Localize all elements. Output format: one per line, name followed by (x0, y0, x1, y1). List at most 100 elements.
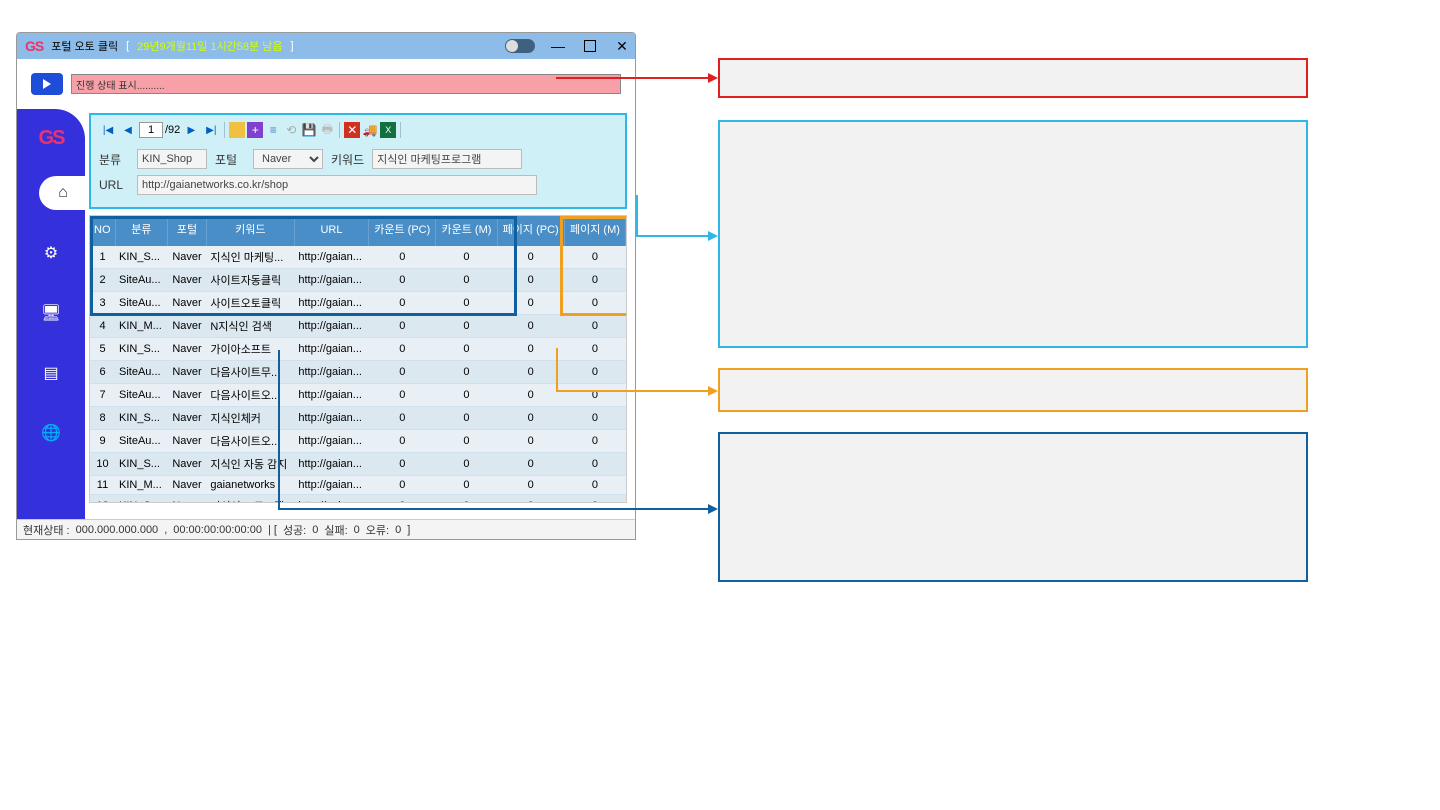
topbar: 진행 상태 표시.......... (17, 59, 635, 109)
titlebar: GS 포털 오토 클릭 [ 29년9개월11일 1시간58분 남음 ] — ✕ (17, 33, 635, 59)
nav-first-button[interactable]: |◀ (99, 121, 117, 139)
app-title: 포털 오토 클릭 (51, 38, 118, 54)
table-cell: 0 (369, 315, 436, 338)
table-cell: Naver (168, 495, 207, 504)
table-row[interactable]: 2SiteAu...Naver사이트자동클릭http://gaian...000… (90, 269, 626, 292)
minimize-button[interactable]: — (545, 33, 571, 59)
excel-icon[interactable]: X (380, 122, 396, 138)
record-nav: |◀ ◀ /92 ▶ ▶| + ≡ ⟲ 💾 🖶 ✕ 🚚 X (99, 121, 617, 139)
status-success-label: 성공: (283, 522, 306, 538)
table-cell: http://gaian... (294, 384, 368, 407)
table-row[interactable]: 6SiteAu...Naver다음사이트무...http://gaian...0… (90, 361, 626, 384)
table-cell: 0 (564, 315, 625, 338)
table-row[interactable]: 1KIN_S...Naver지식인 마케팅...http://gaian...0… (90, 246, 626, 269)
maximize-button[interactable] (577, 33, 603, 59)
table-cell: http://gaian... (294, 315, 368, 338)
bracket-open: [ (126, 40, 129, 52)
table-row[interactable]: 11KIN_M...Navergaianetworkshttp://gaian.… (90, 476, 626, 495)
table-cell: 0 (564, 476, 625, 495)
print-icon[interactable]: 🖶 (319, 122, 335, 138)
url-input[interactable] (137, 175, 537, 195)
delete-button[interactable]: ✕ (344, 122, 360, 138)
nav-next-button[interactable]: ▶ (182, 121, 200, 139)
sidebar-item-home[interactable]: ⌂ (39, 176, 87, 210)
category-input[interactable] (137, 149, 207, 169)
th-count-m[interactable]: 카운트 (M) (436, 216, 497, 246)
callout-red (718, 58, 1308, 98)
table-cell: 0 (564, 407, 625, 430)
keyword-input[interactable] (372, 149, 522, 169)
add-button[interactable]: + (247, 122, 263, 138)
table-row[interactable]: 7SiteAu...Naver다음사이트오...http://gaian...0… (90, 384, 626, 407)
truck-icon[interactable]: 🚚 (362, 122, 378, 138)
table-cell: 0 (436, 246, 497, 269)
portal-select[interactable]: Naver (253, 149, 323, 169)
table-cell: 0 (369, 384, 436, 407)
data-table: NO 분류 포털 키워드 URL 카운트 (PC) 카운트 (M) 페이지 (P… (90, 216, 626, 503)
table-cell: KIN_S... (115, 246, 168, 269)
th-page-m[interactable]: 페이지 (M) (564, 216, 625, 246)
table-cell: 가이아소프트 (206, 338, 294, 361)
nav-page-input[interactable] (139, 122, 163, 138)
table-row[interactable]: 5KIN_S...Naver가이아소프트http://gaian...0000 (90, 338, 626, 361)
table-row[interactable]: 8KIN_S...Naver지식인체커http://gaian...0000 (90, 407, 626, 430)
table-row[interactable]: 9SiteAu...Naver다음사이트오...http://gaian...0… (90, 430, 626, 453)
th-category[interactable]: 분류 (115, 216, 168, 246)
table-cell: 6 (90, 361, 115, 384)
gear-icon: ⚙ (44, 243, 58, 263)
table-row[interactable]: 10KIN_S...Naver지식인 자동 감지http://gaian...0… (90, 453, 626, 476)
table-cell: 다음사이트오... (206, 384, 294, 407)
sidebar-item-globe[interactable]: 🌐 (29, 416, 73, 450)
app-window: GS 포털 오토 클릭 [ 29년9개월11일 1시간58분 남음 ] — ✕ … (16, 32, 636, 540)
table-cell: 지식인 자동 감지 (206, 453, 294, 476)
data-table-wrap[interactable]: NO 분류 포털 키워드 URL 카운트 (PC) 카운트 (M) 페이지 (P… (89, 215, 627, 503)
table-cell: 0 (564, 361, 625, 384)
sidebar-item-book[interactable]: ▤ (29, 356, 73, 390)
sidebar-item-settings[interactable]: ⚙ (29, 236, 73, 270)
th-no[interactable]: NO (90, 216, 115, 246)
table-row[interactable]: 4KIN_M...NaverN지식인 검색http://gaian...0000 (90, 315, 626, 338)
list-icon[interactable]: ≡ (265, 122, 281, 138)
theme-toggle[interactable] (505, 39, 535, 53)
table-cell: 0 (436, 384, 497, 407)
label-keyword: 키워드 (331, 151, 364, 168)
th-count-pc[interactable]: 카운트 (PC) (369, 216, 436, 246)
table-cell: SiteAu... (115, 361, 168, 384)
refresh-icon[interactable]: ⟲ (283, 122, 299, 138)
table-cell: http://gaian... (294, 495, 368, 504)
status-fail-value: 0 (354, 524, 360, 536)
close-button[interactable]: ✕ (609, 33, 635, 59)
table-cell: 0 (436, 338, 497, 361)
th-portal[interactable]: 포털 (168, 216, 207, 246)
play-button[interactable] (31, 73, 63, 95)
table-cell: 0 (436, 495, 497, 504)
th-url[interactable]: URL (294, 216, 368, 246)
table-cell: Naver (168, 430, 207, 453)
label-url: URL (99, 178, 129, 192)
table-cell: 0 (564, 495, 625, 504)
table-row[interactable]: 3SiteAu...Naver사이트오토클릭http://gaian...000… (90, 292, 626, 315)
table-cell: 0 (369, 246, 436, 269)
monitor-icon: 🖥 (41, 303, 61, 323)
table-cell: 0 (497, 269, 564, 292)
status-display: 진행 상태 표시.......... (71, 74, 621, 94)
folder-icon[interactable] (229, 122, 245, 138)
th-page-pc[interactable]: 페이지 (PC) (497, 216, 564, 246)
th-keyword[interactable]: 키워드 (206, 216, 294, 246)
nav-prev-button[interactable]: ◀ (119, 121, 137, 139)
content-area: |◀ ◀ /92 ▶ ▶| + ≡ ⟲ 💾 🖶 ✕ 🚚 X (85, 109, 635, 519)
table-cell: 0 (497, 384, 564, 407)
table-cell: Naver (168, 453, 207, 476)
table-cell: Naver (168, 292, 207, 315)
table-row[interactable]: 12KIN_S...Naver지식인 프로그램http://gaian...00… (90, 495, 626, 504)
table-cell: KIN_S... (115, 495, 168, 504)
table-cell: 다음사이트오... (206, 430, 294, 453)
table-cell: 9 (90, 430, 115, 453)
status-time: 00:00:00:00:00:00 (173, 524, 262, 536)
sidebar-logo: GS (39, 127, 64, 150)
table-cell: 0 (564, 384, 625, 407)
sidebar-item-monitor[interactable]: 🖥 (29, 296, 73, 330)
save-icon[interactable]: 💾 (301, 122, 317, 138)
table-cell: 0 (369, 338, 436, 361)
nav-last-button[interactable]: ▶| (202, 121, 220, 139)
